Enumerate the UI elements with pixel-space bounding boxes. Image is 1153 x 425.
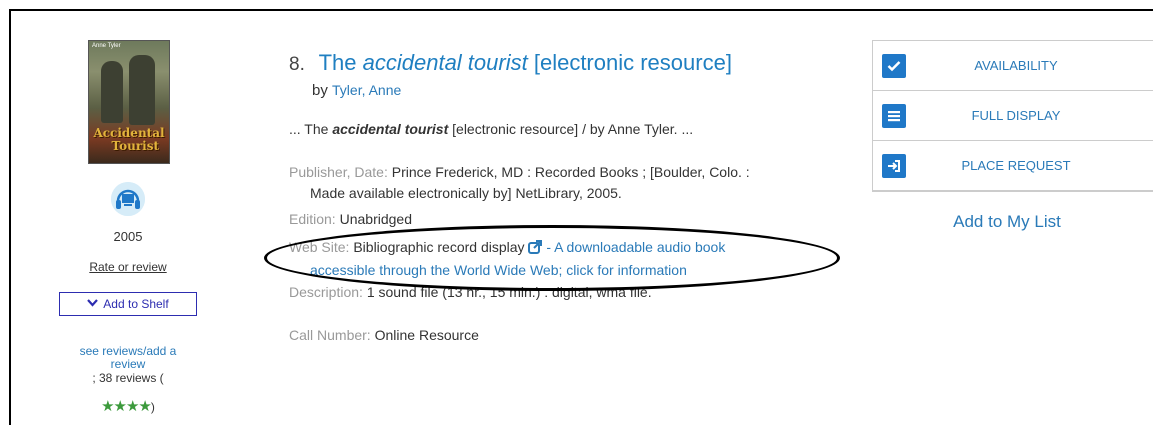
record-actions-panel: AVAILABILITY FULL DISPLAY PLACE REQUEST xyxy=(872,40,1153,192)
publication-year: 2005 xyxy=(113,229,143,244)
full-display-button[interactable]: FULL DISPLAY xyxy=(873,91,1153,141)
place-request-button[interactable]: PLACE REQUEST xyxy=(873,141,1153,191)
description-label: Description: xyxy=(289,284,363,300)
availability-label: AVAILABILITY xyxy=(974,58,1058,73)
publisher-value-line2: Made available electronically by] NetLib… xyxy=(310,185,622,201)
cover-title: Accidental Tourist xyxy=(93,126,165,153)
review-count: ; 38 reviews ( xyxy=(92,371,164,385)
see-reviews-link[interactable]: see reviews/add a review xyxy=(60,345,196,371)
record-title: 8. The accidental tourist [electronic re… xyxy=(289,50,732,76)
audiobook-format-icon xyxy=(111,182,145,216)
description-field: Description: 1 sound file (13 hr., 15 mi… xyxy=(289,282,652,303)
website-field: Web Site: Bibliographic record display -… xyxy=(289,237,849,281)
cover-figure-right xyxy=(129,55,155,125)
publisher-field: Publisher, Date: Prince Frederick, MD : … xyxy=(289,162,849,204)
author-link[interactable]: Tyler, Anne xyxy=(332,82,401,98)
record-snippet: ... The accidental tourist [electronic r… xyxy=(289,121,694,137)
availability-button[interactable]: AVAILABILITY xyxy=(873,41,1153,91)
publisher-label: Publisher, Date: xyxy=(289,164,388,180)
edition-value: Unabridged xyxy=(339,211,412,227)
website-label: Web Site: xyxy=(289,239,350,255)
cover-author-text: Anne Tyler xyxy=(92,43,121,49)
add-to-my-list-link[interactable]: Add to My List xyxy=(872,212,1142,232)
place-request-label: PLACE REQUEST xyxy=(961,158,1071,173)
star-rating-icon: ★★★★ xyxy=(101,398,152,415)
sign-in-arrow-icon xyxy=(882,153,906,178)
book-cover-image[interactable]: Anne Tyler Accidental Tourist xyxy=(88,40,170,164)
add-to-shelf-button[interactable]: Add to Shelf xyxy=(59,292,197,316)
edition-field: Edition: Unabridged xyxy=(289,209,412,230)
cover-figure-left xyxy=(101,61,123,123)
chevron-down-icon xyxy=(87,298,99,310)
publisher-value-line1: Prince Frederick, MD : Recorded Books ; … xyxy=(391,164,750,180)
edition-label: Edition: xyxy=(289,211,336,227)
call-number-value: Online Resource xyxy=(374,327,479,343)
external-link-icon xyxy=(528,239,543,260)
call-number-field: Call Number: Online Resource xyxy=(289,325,479,346)
checkmark-icon xyxy=(882,53,906,78)
call-number-label: Call Number: xyxy=(289,327,371,343)
description-value: 1 sound file (13 hr., 15 min.) : digital… xyxy=(366,284,652,300)
website-value: Bibliographic record display xyxy=(353,239,525,255)
rating-stars-line: ★★★★) xyxy=(101,398,155,415)
full-display-label: FULL DISPLAY xyxy=(971,108,1061,123)
details-list-icon xyxy=(882,103,906,128)
result-number: 8. xyxy=(289,54,305,75)
byline: by Tyler, Anne xyxy=(312,82,402,99)
rate-or-review-link[interactable]: Rate or review xyxy=(78,260,178,274)
add-to-shelf-label: Add to Shelf xyxy=(103,297,169,311)
title-link[interactable]: The accidental tourist [electronic resou… xyxy=(319,50,732,75)
